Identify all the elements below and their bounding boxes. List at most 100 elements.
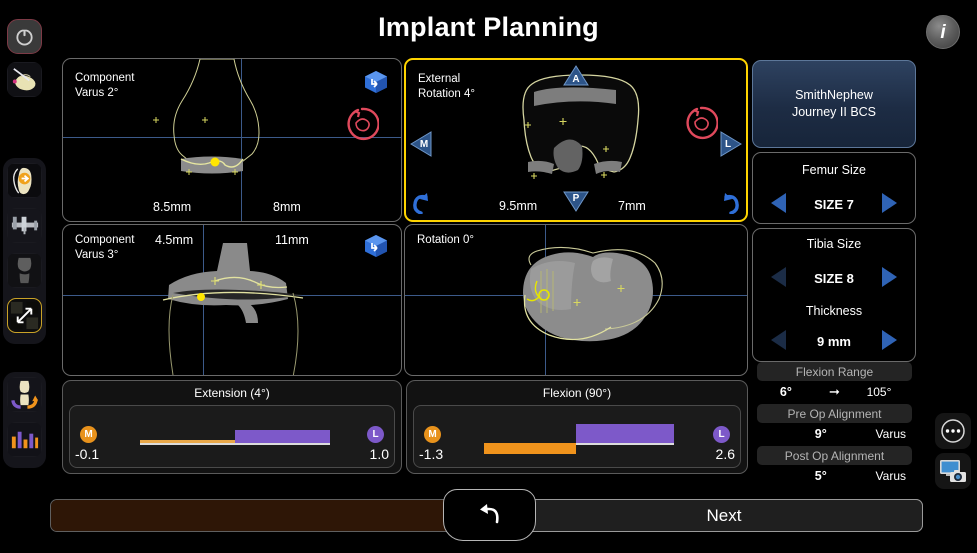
extension-lateral-value: 1.0 [369,446,389,462]
extension-gap-panel[interactable]: Extension (4°) M -0.1 L 1.0 [62,380,402,474]
info-icon[interactable]: i [926,15,960,49]
sidebar-item-bone-probe[interactable] [7,62,42,97]
reset-view-icon[interactable] [345,107,379,141]
header: Implant Planning i [0,0,977,58]
flexion-medial-badge: M [424,426,441,443]
3d-cube-icon[interactable] [363,69,389,95]
sidebar-item-knee-xray[interactable] [7,253,42,288]
flexion-range-block: Flexion Range 6° ➞ 105° [757,362,912,403]
implant-brand: SmithNephew [795,88,873,102]
tibia-size-increment-arrow[interactable] [882,267,897,287]
marker-anterior[interactable]: A [563,65,589,87]
flexion-medial-bar [484,443,576,454]
ellipsis-circle-icon [941,419,965,443]
extension-gap-title: Extension (4°) [194,386,270,400]
page-title: Implant Planning [378,12,599,42]
bone-probe-icon [8,63,41,96]
extension-medial-bar [140,440,235,443]
femur-axial-measure-left: 9.5mm [499,199,538,213]
reset-view-icon[interactable] [684,106,718,140]
marker-medial[interactable]: M [410,131,432,157]
flexion-lateral-bar [576,424,674,443]
postop-alignment-block: Post Op Alignment 5° Varus [757,446,912,487]
sidebar-item-gap-chart[interactable] [7,422,42,457]
sidebar-item-quad-view-expand[interactable] [7,298,42,333]
flexion-max-value: 105° [866,385,892,399]
more-options-button[interactable] [935,413,971,449]
info-icon-glyph: i [940,21,946,43]
extension-gap-chart: M -0.1 L 1.0 [69,405,395,468]
marker-posterior[interactable]: P [563,190,589,212]
postop-alignment-title: Post Op Alignment [757,446,912,465]
postop-alignment-type: Varus [875,469,906,483]
tibia-coronal-measure-left: 4.5mm [155,233,194,247]
screen-capture-icon [940,460,966,482]
marker-anterior-label: A [572,73,580,85]
sidebar-item-knee-rotation[interactable] [7,377,42,412]
back-arrow-icon [479,504,499,524]
femur-size-increment-arrow[interactable] [882,193,897,213]
sidebar-item-caliper[interactable] [7,208,42,243]
viewport-femur-axial[interactable]: External Rotation 4° 9.5mm 7mm A P M L [404,58,748,222]
viewport-tibia-axial[interactable]: Rotation 0° [404,224,748,376]
femur-size-card[interactable]: Femur Size SIZE 7 [752,152,916,224]
back-button[interactable] [443,489,536,541]
knee-rotation-icon [8,378,41,411]
preop-alignment-title: Pre Op Alignment [757,404,912,423]
rotate-cw-icon[interactable] [720,192,742,214]
flexion-lateral-value: 2.6 [715,446,735,462]
alignment-summary: Flexion Range 6° ➞ 105° Pre Op Alignment… [757,362,912,486]
thickness-decrement-arrow[interactable] [771,330,786,350]
flexion-gap-title: Flexion (90°) [542,386,612,400]
rotate-ccw-icon[interactable] [410,192,432,214]
flexion-gap-panel[interactable]: Flexion (90°) M -1.3 L 2.6 [406,380,748,474]
thickness-title: Thickness [805,304,863,318]
flexion-lateral-badge: L [713,426,730,443]
analysis-tool-group [3,372,46,468]
femur-size-title: Femur Size [802,163,866,177]
screenshot-button[interactable] [935,453,971,489]
quad-view-expand-icon [8,299,41,332]
femur-axial-measure-right: 7mm [618,199,646,213]
implant-planning-screen: Implant Planning i Component Varus 2° 8.… [0,0,977,553]
tibia-coronal-measure-right: 11mm [275,233,309,247]
caliper-icon [8,209,41,242]
extension-medial-badge: M [80,426,97,443]
postop-alignment-value: 5° [814,469,827,483]
viewport-femur-coronal[interactable]: Component Varus 2° 8.5mm 8mm [62,58,402,222]
thickness-increment-arrow[interactable] [882,330,897,350]
bar-chart-icon [8,423,41,456]
femur-size-decrement-arrow[interactable] [771,193,786,213]
flexion-range-title: Flexion Range [757,362,912,381]
implant-selector-card[interactable]: SmithNephew Journey II BCS [752,60,916,148]
marker-lateral[interactable]: L [720,131,742,157]
hip-navigation-icon [8,164,41,197]
implant-model: Journey II BCS [791,105,877,119]
preop-alignment-block: Pre Op Alignment 9° Varus [757,404,912,445]
power-glyph [16,27,33,46]
viewport-femur-coronal-label: Component Varus 2° [75,72,135,99]
viewport-tibia-axial-label: Rotation 0° [417,234,475,246]
tibia-size-title: Tibia Size [806,237,862,251]
power-icon[interactable] [7,19,42,54]
femur-coronal-measure-left: 8.5mm [153,200,192,214]
3d-cube-icon[interactable] [363,233,389,259]
marker-lateral-label: L [724,138,732,150]
postop-alignment-row: 5° Varus [757,465,912,487]
flexion-medial-value: -1.3 [419,446,444,462]
viewport-femur-axial-label: External Rotation 4° [418,73,476,100]
flexion-gap-chart: M -1.3 L 2.6 [413,405,741,468]
next-button[interactable]: Next [525,499,923,532]
femur-coronal-measure-right: 8mm [273,200,301,214]
sidebar-item-hip-navigation[interactable] [7,163,42,198]
extension-axis [140,443,330,445]
tibia-size-thickness-card[interactable]: Tibia Size SIZE 8 Thickness 9 mm [752,228,916,362]
knee-xray-icon [8,254,41,287]
viewport-tibia-coronal-label: Component Varus 3° [75,234,135,261]
preop-alignment-type: Varus [875,427,906,441]
next-button-label: Next [706,505,742,525]
viewport-tibia-coronal[interactable]: Component Varus 3° 4.5mm 11mm [62,224,402,376]
flexion-range-row: 6° ➞ 105° [757,381,912,403]
extension-medial-value: -0.1 [75,446,100,462]
tibia-size-decrement-arrow[interactable] [771,267,786,287]
